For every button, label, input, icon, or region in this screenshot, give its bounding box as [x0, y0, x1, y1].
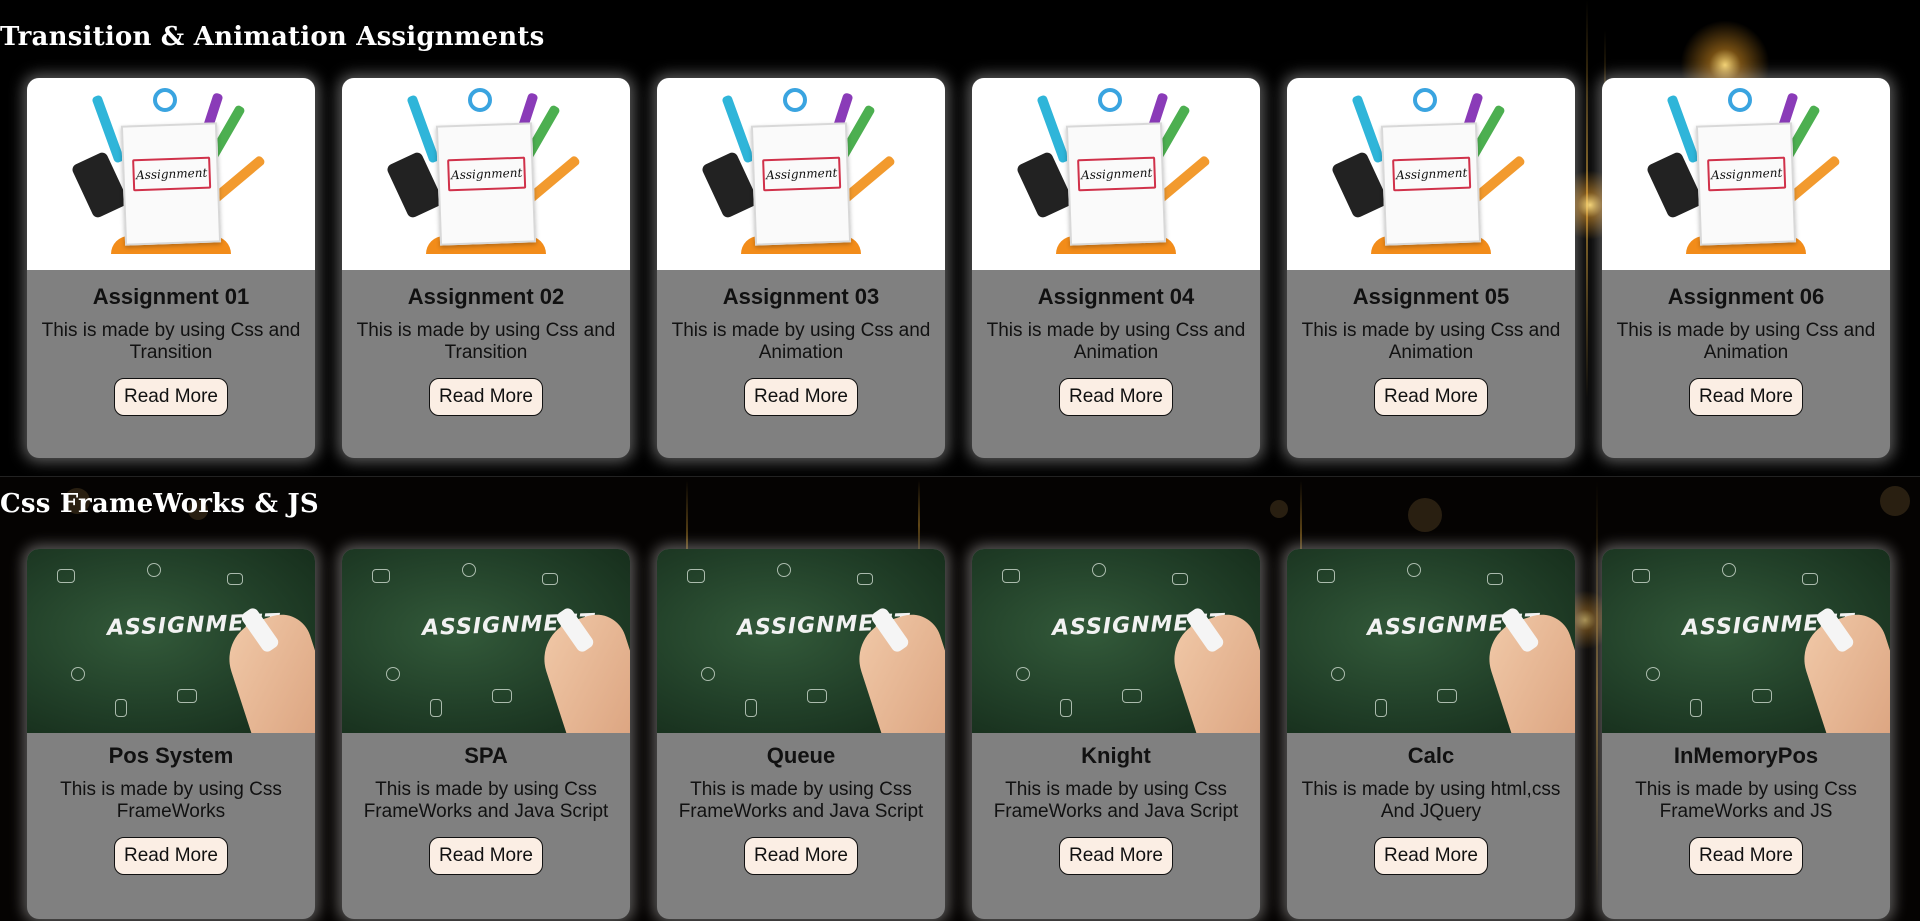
css-frameworks-js-section: Css FrameWorks & JS ASSIGNMENT Pos Syste…	[0, 476, 1920, 921]
assignment-card: Assignment Assignment 05 This is made by…	[1287, 78, 1575, 458]
chalkboard-image: ASSIGNMENT	[972, 549, 1260, 733]
chalkboard-image: ASSIGNMENT	[342, 549, 630, 733]
card-title: Pos System	[108, 743, 234, 768]
card-title: Assignment 01	[92, 284, 250, 309]
read-more-button[interactable]: Read More	[744, 837, 858, 875]
assignment-image: Assignment	[972, 78, 1260, 270]
chalkboard-image: ASSIGNMENT	[1287, 549, 1575, 733]
assignment-card: Assignment Assignment 04 This is made by…	[972, 78, 1260, 458]
read-more-button[interactable]: Read More	[1689, 837, 1803, 875]
card-description: This is made by using Css FrameWorks and…	[1635, 779, 1857, 822]
read-more-button[interactable]: Read More	[1374, 378, 1488, 416]
project-card: ASSIGNMENT Calc This is made by using ht…	[1287, 549, 1575, 919]
chalkboard-image: ASSIGNMENT	[27, 549, 315, 733]
card-list: ASSIGNMENT Pos System This is made by us…	[27, 549, 1890, 919]
assignment-card: Assignment Assignment 01 This is made by…	[27, 78, 315, 458]
read-more-button[interactable]: Read More	[114, 837, 228, 875]
card-title: Assignment 02	[407, 284, 565, 309]
read-more-button[interactable]: Read More	[1689, 378, 1803, 416]
assignment-image: Assignment	[27, 78, 315, 270]
section-title: Transition & Animation Assignments	[0, 22, 545, 52]
assignment-image: Assignment	[1602, 78, 1890, 270]
card-title: Calc	[1407, 743, 1455, 768]
assignment-image: Assignment	[1287, 78, 1575, 270]
card-title: InMemoryPos	[1673, 743, 1819, 768]
read-more-button[interactable]: Read More	[1059, 378, 1173, 416]
read-more-button[interactable]: Read More	[429, 837, 543, 875]
assignment-image: Assignment	[342, 78, 630, 270]
card-title: Knight	[1081, 743, 1151, 768]
card-title: SPA	[464, 743, 508, 768]
card-description: This is made by using Css FrameWorks and…	[363, 779, 609, 822]
read-more-button[interactable]: Read More	[429, 378, 543, 416]
project-card: ASSIGNMENT Pos System This is made by us…	[27, 549, 315, 919]
card-description: This is made by using Css and Transition	[41, 320, 301, 363]
transition-animation-section: Transition & Animation Assignments Assig…	[0, 0, 1920, 476]
card-description: This is made by using Css and Animation	[986, 320, 1246, 363]
card-description: This is made by using Css and Animation	[1616, 320, 1876, 363]
card-list: Assignment Assignment 01 This is made by…	[27, 78, 1890, 458]
card-description: This is made by using Css FrameWorks	[60, 779, 282, 822]
card-title: Assignment 06	[1667, 284, 1825, 309]
assignment-image: Assignment	[657, 78, 945, 270]
project-card: ASSIGNMENT InMemoryPos This is made by u…	[1602, 549, 1890, 919]
assignment-card: Assignment Assignment 06 This is made by…	[1602, 78, 1890, 458]
read-more-button[interactable]: Read More	[1374, 837, 1488, 875]
card-description: This is made by using Css FrameWorks and…	[678, 779, 924, 822]
section-title: Css FrameWorks & JS	[0, 489, 319, 519]
chalkboard-image: ASSIGNMENT	[1602, 549, 1890, 733]
card-title: Assignment 03	[722, 284, 880, 309]
card-title: Queue	[766, 743, 836, 768]
assignment-card: Assignment Assignment 02 This is made by…	[342, 78, 630, 458]
project-card: ASSIGNMENT Queue This is made by using C…	[657, 549, 945, 919]
read-more-button[interactable]: Read More	[114, 378, 228, 416]
card-title: Assignment 04	[1037, 284, 1195, 309]
card-title: Assignment 05	[1352, 284, 1510, 309]
project-card: ASSIGNMENT SPA This is made by using Css…	[342, 549, 630, 919]
read-more-button[interactable]: Read More	[1059, 837, 1173, 875]
card-description: This is made by using Css and Animation	[1301, 320, 1561, 363]
card-description: This is made by using Css and Transition	[356, 320, 616, 363]
project-card: ASSIGNMENT Knight This is made by using …	[972, 549, 1260, 919]
chalkboard-image: ASSIGNMENT	[657, 549, 945, 733]
card-description: This is made by using html,css And JQuer…	[1301, 779, 1561, 822]
card-description: This is made by using Css FrameWorks and…	[993, 779, 1239, 822]
read-more-button[interactable]: Read More	[744, 378, 858, 416]
assignment-card: Assignment Assignment 03 This is made by…	[657, 78, 945, 458]
card-description: This is made by using Css and Animation	[671, 320, 931, 363]
